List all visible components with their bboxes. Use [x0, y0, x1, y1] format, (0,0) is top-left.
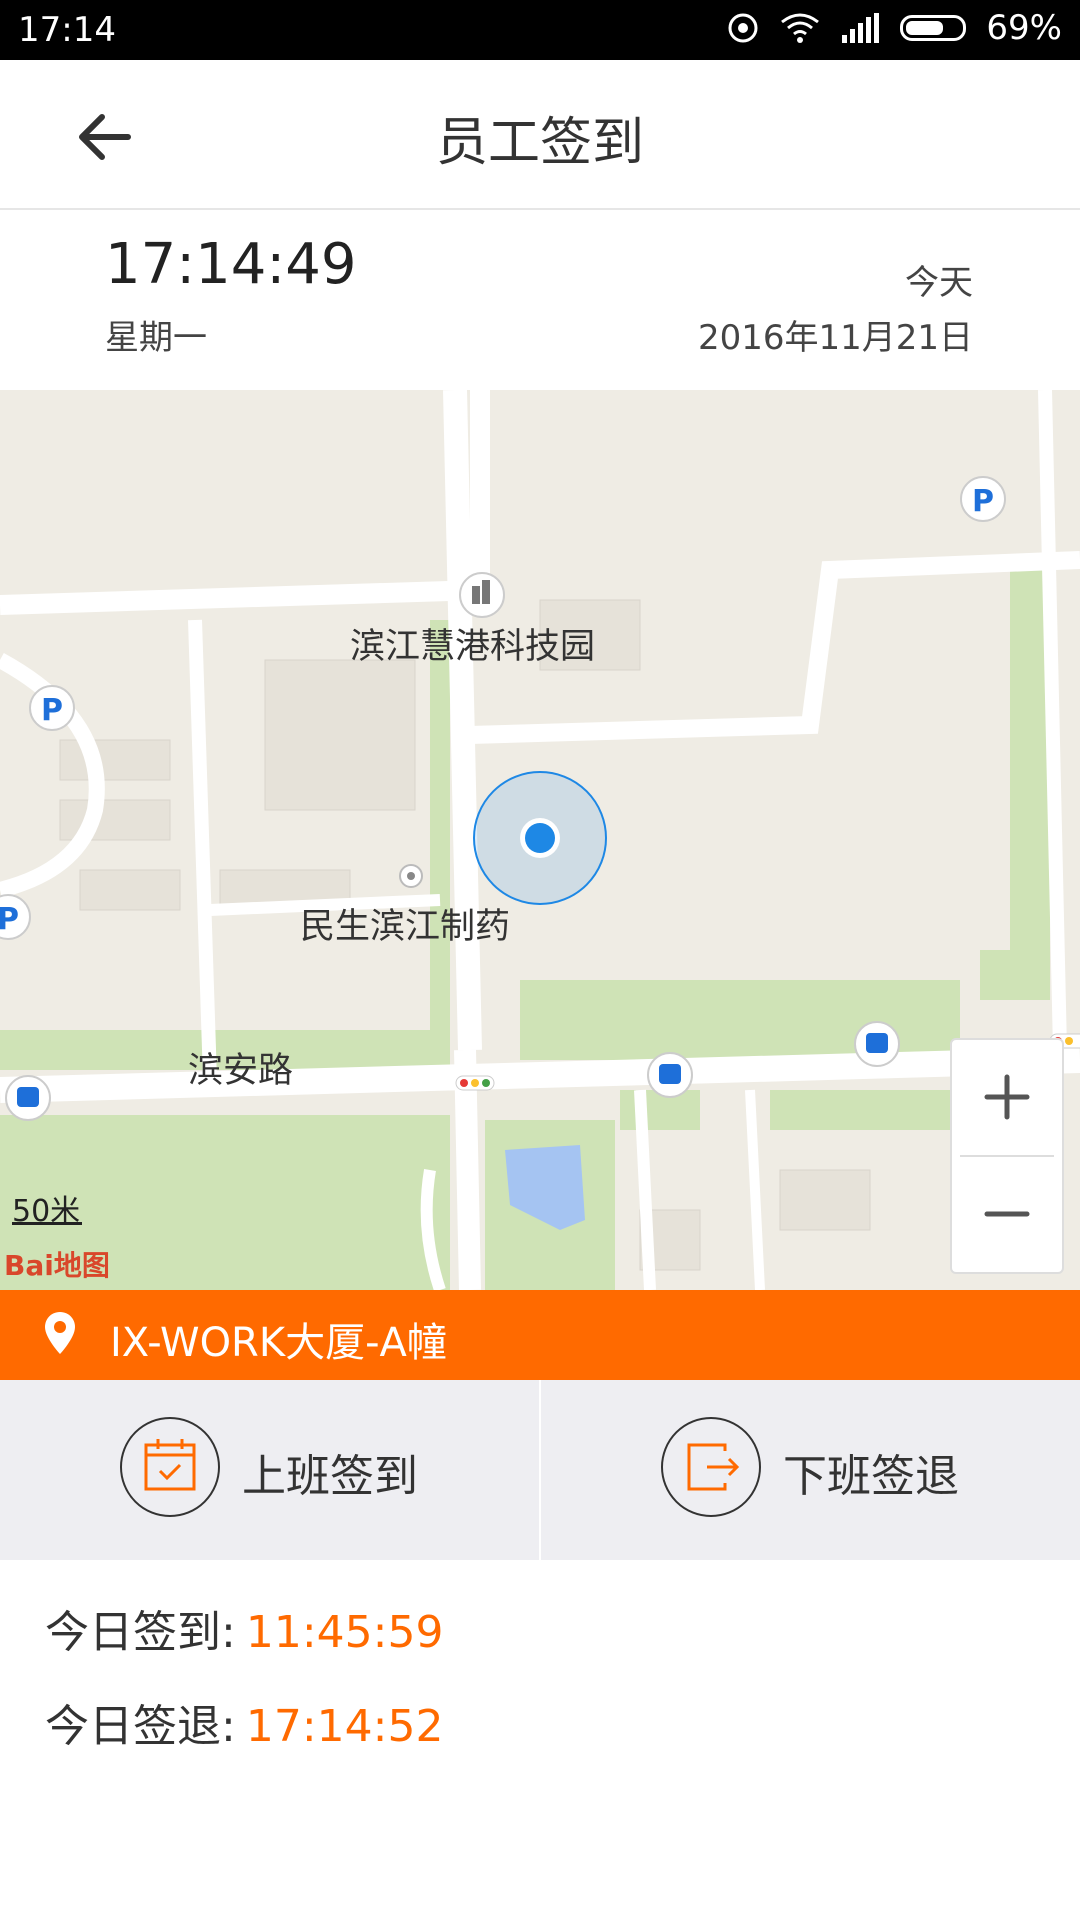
check-in-icon-circle — [120, 1417, 220, 1517]
road — [443, 390, 482, 1051]
bus-stop-icon — [854, 1021, 900, 1067]
current-date: 2016年11月21日 — [697, 318, 973, 358]
status-time: 17:14 — [18, 10, 116, 50]
green-area — [980, 950, 1050, 1000]
check-in-record: 今日签到: 11:45:59 — [45, 1596, 443, 1660]
check-out-record-time: 17:14:52 — [245, 1701, 444, 1752]
today-label: 今天 — [905, 263, 973, 303]
building — [264, 659, 416, 811]
parking-icon: P — [0, 894, 31, 940]
building — [779, 1169, 871, 1231]
calendar-check-icon — [144, 1439, 196, 1491]
location-bar: IX-WORK大厦-A幢 — [0, 1290, 1080, 1380]
road — [0, 390, 490, 615]
building — [59, 739, 171, 781]
battery-percent: 69% — [986, 8, 1062, 48]
location-name: IX-WORK大厦-A幢 — [110, 1320, 447, 1366]
plus-icon — [984, 1074, 1030, 1120]
check-in-button[interactable]: 上班签到 — [0, 1380, 539, 1560]
map-scale-bar — [12, 1222, 82, 1225]
bus-stop-icon — [5, 1075, 51, 1121]
minus-icon — [984, 1211, 1030, 1217]
poi-dot-icon — [399, 864, 423, 888]
map-canvas: P P P — [0, 390, 1080, 1290]
baidu-map-logo: Bai地图 — [4, 1249, 110, 1282]
map-view[interactable]: P P P 滨江慧港科技园 民生滨江制药 滨安路 — [0, 390, 1080, 1290]
weekday: 星期一 — [105, 318, 207, 358]
traffic-light-icon — [455, 1075, 495, 1091]
date-panel: 17:14:49 星期一 今天 2016年11月21日 — [0, 210, 1080, 390]
check-out-label: 下班签退 — [783, 1451, 959, 1502]
status-icons: 69% — [726, 8, 1062, 48]
check-out-icon-circle — [661, 1417, 761, 1517]
status-bar: 17:14 69% — [0, 0, 1080, 60]
green-area — [430, 620, 450, 1050]
check-in-record-label: 今日签到: — [45, 1607, 236, 1658]
green-area — [620, 1090, 700, 1130]
svg-text:P: P — [0, 902, 19, 937]
map-label-road: 滨安路 — [188, 1051, 294, 1091]
building-poi-icon — [459, 572, 505, 618]
zoom-out-button[interactable] — [952, 1157, 1062, 1271]
wifi-icon — [781, 13, 820, 43]
parking-icon: P — [960, 476, 1006, 522]
signal-icon — [842, 13, 880, 43]
current-time: 17:14:49 — [105, 232, 357, 297]
map-label-tech-park: 滨江慧港科技园 — [350, 627, 596, 667]
map-label-pharma: 民生滨江制药 — [300, 907, 511, 947]
zoom-in-button[interactable] — [952, 1040, 1062, 1154]
hotspot-icon — [728, 13, 758, 43]
svg-text:P: P — [972, 484, 994, 519]
road — [745, 1089, 765, 1290]
check-in-label: 上班签到 — [242, 1451, 418, 1502]
app-header: 员工签到 — [0, 60, 1080, 210]
exit-icon — [687, 1443, 740, 1491]
zoom-controls — [950, 1038, 1064, 1274]
map-pin-icon — [45, 1312, 75, 1354]
check-out-button[interactable]: 下班签退 — [541, 1380, 1080, 1560]
parking-icon: P — [29, 685, 75, 731]
battery-icon — [900, 15, 967, 41]
check-out-record-label: 今日签退: — [45, 1701, 236, 1752]
action-bar: 上班签到 下班签退 — [0, 1380, 1080, 1560]
bus-stop-icon — [647, 1052, 693, 1098]
page-title: 员工签到 — [435, 113, 644, 173]
check-out-record: 今日签退: 17:14:52 — [45, 1690, 443, 1754]
building — [79, 869, 181, 911]
road — [188, 619, 217, 1081]
check-in-record-time: 11:45:59 — [245, 1607, 444, 1658]
current-location-marker — [473, 771, 607, 905]
attendance-records: 今日签到: 11:45:59 今日签退: 17:14:52 — [0, 1560, 1080, 1920]
svg-text:P: P — [41, 693, 63, 728]
